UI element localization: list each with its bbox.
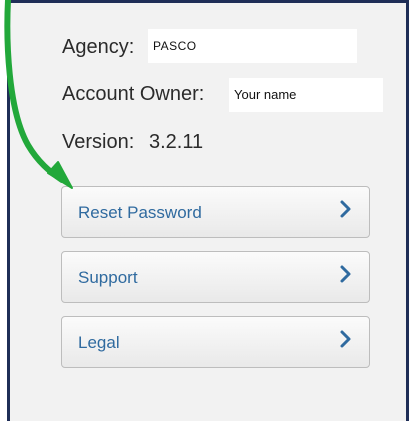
support-button[interactable]: Support bbox=[61, 251, 370, 303]
version-value: 3.2.11 bbox=[149, 131, 204, 153]
agency-label: Agency: bbox=[62, 36, 135, 58]
account-owner-field[interactable]: Your name bbox=[229, 78, 383, 112]
chevron-right-icon bbox=[340, 265, 351, 283]
chevron-right-icon bbox=[340, 330, 351, 348]
legal-button[interactable]: Legal bbox=[61, 316, 370, 368]
legal-label: Legal bbox=[78, 333, 120, 352]
reset-password-label: Reset Password bbox=[78, 203, 202, 222]
version-label: Version: bbox=[62, 131, 135, 153]
agency-field[interactable]: PASCO bbox=[148, 29, 357, 63]
account-owner-label: Account Owner: bbox=[62, 83, 205, 105]
reset-password-button[interactable]: Reset Password bbox=[61, 186, 370, 238]
chevron-right-icon bbox=[340, 200, 351, 218]
support-label: Support bbox=[78, 268, 138, 287]
